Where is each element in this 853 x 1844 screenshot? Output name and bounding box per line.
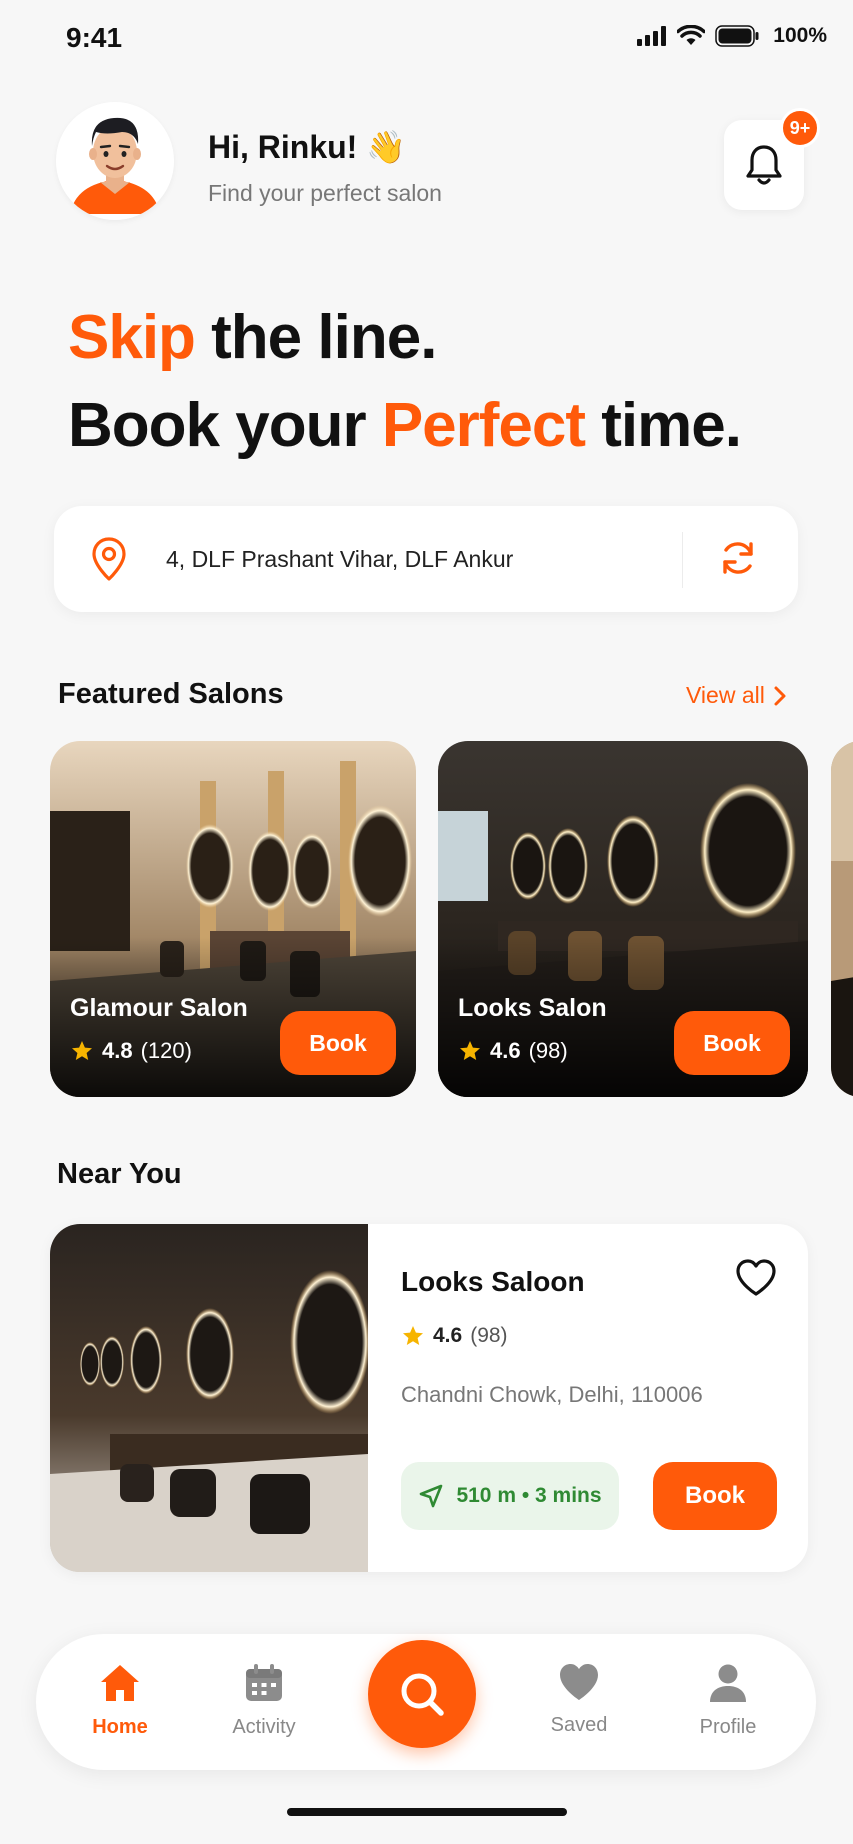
greeting: Hi, Rinku! 👋 bbox=[208, 129, 407, 165]
book-button[interactable]: Book bbox=[653, 1462, 777, 1530]
nav-home-label: Home bbox=[92, 1716, 148, 1738]
featured-salon-card[interactable]: Looks Salon 4.6 (98) Book bbox=[438, 741, 808, 1097]
nav-saved[interactable]: Saved bbox=[519, 1662, 639, 1737]
salon-rating: 4.6 (98) bbox=[458, 1038, 568, 1064]
hero-line-1: Skip the line. bbox=[68, 302, 437, 373]
near-salon-card[interactable]: Looks Saloon 4.6 (98) Chandni Chowk, Del… bbox=[50, 1224, 808, 1572]
featured-salon-card-peek[interactable] bbox=[831, 741, 853, 1097]
salon-name: Glamour Salon bbox=[70, 994, 248, 1022]
hero-line-2-start: Book your bbox=[68, 391, 382, 460]
hero-line-2: Book your Perfect time. bbox=[68, 390, 742, 461]
star-icon bbox=[460, 1041, 480, 1060]
nav-activity[interactable]: Activity bbox=[204, 1662, 324, 1739]
home-icon bbox=[101, 1665, 139, 1701]
calendar-icon bbox=[246, 1664, 282, 1701]
status-icons: 100% bbox=[637, 24, 827, 48]
salon-photo bbox=[831, 741, 853, 1097]
chevron-right-icon bbox=[774, 686, 786, 705]
status-time: 9:41 bbox=[66, 22, 123, 53]
heart-icon bbox=[560, 1664, 598, 1700]
home-indicator bbox=[287, 1808, 567, 1816]
hero-line-2-end: time. bbox=[585, 391, 742, 460]
wifi-icon bbox=[677, 25, 706, 45]
navigation-arrow-icon bbox=[420, 1484, 443, 1508]
review-count: (98) bbox=[470, 1324, 508, 1347]
hero-line-1-text: the line. bbox=[194, 303, 437, 372]
featured-salon-card[interactable]: Glamour Salon 4.8 (120) Book bbox=[50, 741, 416, 1097]
greeting-subtitle: Find your perfect salon bbox=[208, 180, 442, 206]
rating-value: 4.6 bbox=[490, 1038, 521, 1063]
signal-icon bbox=[637, 26, 667, 46]
nav-home[interactable]: Home bbox=[60, 1662, 180, 1739]
nav-saved-label: Saved bbox=[550, 1714, 608, 1736]
view-all-link[interactable]: View all bbox=[686, 682, 787, 709]
battery-percent: 100% bbox=[773, 24, 827, 47]
avatar[interactable] bbox=[56, 102, 174, 220]
near-salon-address: Chandni Chowk, Delhi, 110006 bbox=[401, 1382, 703, 1407]
star-icon bbox=[72, 1041, 92, 1060]
bell-icon bbox=[746, 145, 782, 185]
location-divider bbox=[682, 532, 683, 588]
user-icon bbox=[710, 1664, 746, 1702]
nav-activity-label: Activity bbox=[232, 1716, 296, 1738]
hero-accent-perfect: Perfect bbox=[381, 391, 586, 460]
view-all-label: View all bbox=[686, 682, 765, 708]
distance-text: 510 m • 3 mins bbox=[456, 1484, 602, 1507]
rating-value: 4.8 bbox=[102, 1038, 133, 1063]
featured-section-title: Featured Salons bbox=[58, 678, 284, 710]
nav-profile[interactable]: Profile bbox=[668, 1662, 788, 1739]
book-button[interactable]: Book bbox=[674, 1011, 790, 1075]
heart-outline-icon[interactable] bbox=[734, 1258, 778, 1298]
near-salon-rating: 4.6 (98) bbox=[401, 1324, 508, 1348]
salon-photo bbox=[50, 1224, 368, 1572]
near-you-section-title: Near You bbox=[57, 1158, 182, 1190]
search-icon bbox=[401, 1673, 444, 1716]
nav-profile-label: Profile bbox=[699, 1716, 757, 1738]
distance-badge: 510 m • 3 mins bbox=[401, 1462, 619, 1530]
salon-rating: 4.8 (120) bbox=[70, 1038, 192, 1064]
rating-value: 4.6 bbox=[433, 1324, 463, 1347]
book-button[interactable]: Book bbox=[280, 1011, 396, 1075]
battery-icon bbox=[715, 25, 759, 47]
location-pin-icon bbox=[92, 537, 126, 581]
review-count: (98) bbox=[528, 1038, 568, 1063]
refresh-icon[interactable] bbox=[718, 538, 758, 578]
notification-badge: 9+ bbox=[780, 108, 820, 148]
near-salon-name: Looks Saloon bbox=[401, 1266, 585, 1297]
salon-name: Looks Salon bbox=[458, 994, 607, 1022]
hero-accent-skip: Skip bbox=[68, 303, 196, 372]
location-address: 4, DLF Prashant Vihar, DLF Ankur bbox=[166, 546, 514, 572]
location-bar[interactable]: 4, DLF Prashant Vihar, DLF Ankur bbox=[54, 506, 798, 612]
review-count: (120) bbox=[140, 1038, 192, 1063]
star-icon bbox=[403, 1326, 423, 1345]
search-button[interactable] bbox=[368, 1640, 476, 1748]
